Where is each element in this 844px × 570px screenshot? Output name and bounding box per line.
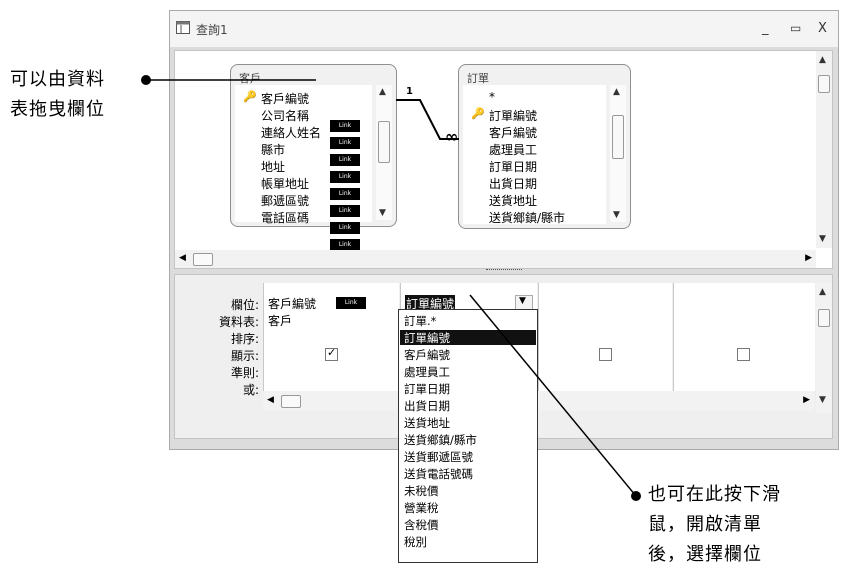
callout-leader-right (469, 294, 637, 497)
callout-leader-lines (141, 75, 641, 501)
